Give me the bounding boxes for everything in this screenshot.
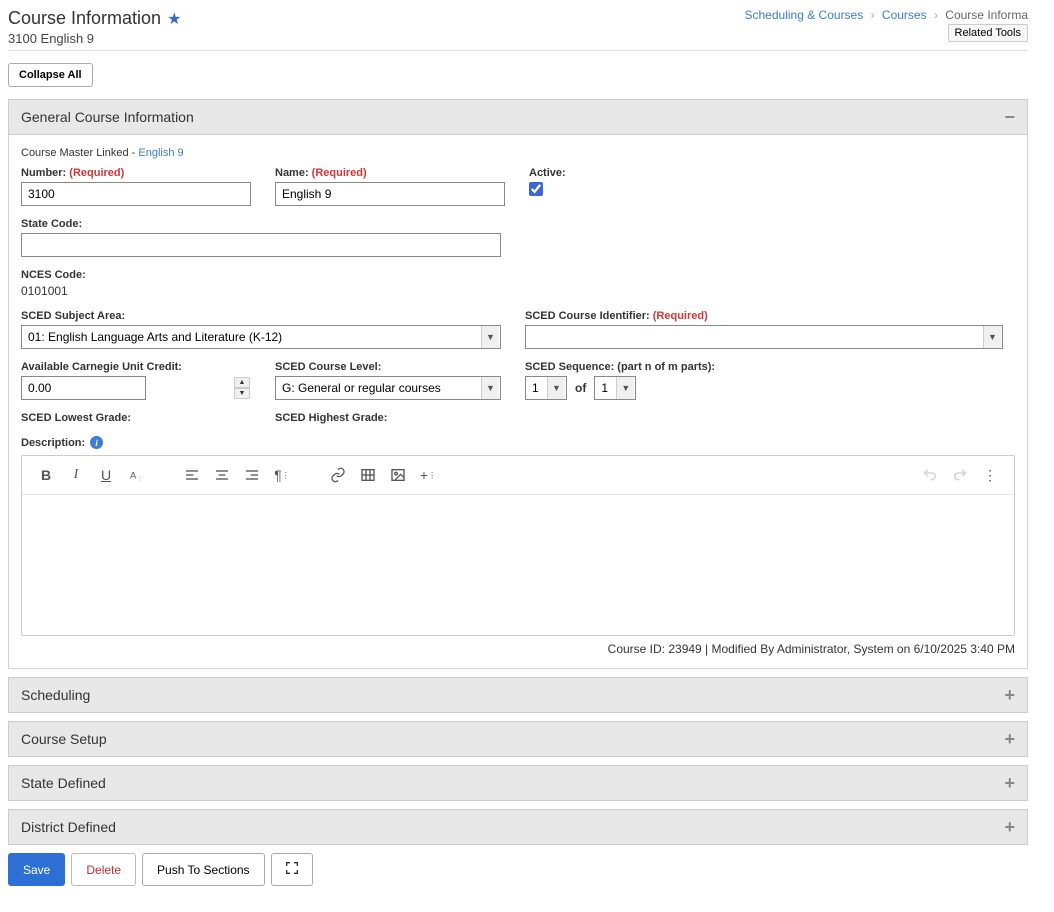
expand-icon: +: [1004, 774, 1015, 792]
name-label: Name:: [275, 167, 309, 179]
spinner-down-icon[interactable]: ▼: [234, 388, 250, 399]
required-marker: (Required): [66, 167, 124, 179]
carnegie-label: Available Carnegie Unit Credit:: [21, 361, 251, 373]
required-marker: (Required): [309, 167, 367, 179]
align-center-icon[interactable]: [208, 462, 236, 488]
breadcrumb-courses[interactable]: Courses: [882, 8, 927, 22]
page-subtitle: 3100 English 9: [8, 31, 181, 46]
panel-header-general[interactable]: General Course Information −: [8, 99, 1028, 135]
nces-code-value: 0101001: [21, 284, 86, 298]
collapse-icon: −: [1004, 108, 1015, 126]
paragraph-format-icon[interactable]: ¶⋮: [268, 462, 296, 488]
course-master-linked-label: Course Master Linked -: [21, 147, 138, 159]
expand-icon: +: [1004, 818, 1015, 836]
nces-code-label: NCES Code:: [21, 269, 86, 281]
breadcrumb-scheduling[interactable]: Scheduling & Courses: [745, 8, 864, 22]
sced-identifier-label: SCED Course Identifier:: [525, 310, 650, 322]
course-master-link[interactable]: English 9: [138, 147, 183, 159]
panel-title-state-defined: State Defined: [21, 775, 106, 791]
delete-button[interactable]: Delete: [71, 853, 136, 886]
carnegie-input[interactable]: [21, 376, 146, 400]
fullscreen-button[interactable]: [271, 853, 313, 886]
panel-title-course-setup: Course Setup: [21, 731, 107, 747]
push-to-sections-button[interactable]: Push To Sections: [142, 853, 265, 886]
sced-identifier-select[interactable]: [525, 325, 1003, 349]
description-label: Description:: [21, 437, 85, 449]
panel-title-scheduling: Scheduling: [21, 687, 90, 703]
active-label: Active:: [529, 167, 566, 179]
chevron-right-icon: ›: [934, 8, 938, 22]
panel-header-district-defined[interactable]: District Defined +: [8, 809, 1028, 845]
spinner-up-icon[interactable]: ▲: [234, 377, 250, 388]
fullscreen-icon: [284, 860, 300, 876]
info-icon[interactable]: i: [90, 436, 103, 449]
name-input[interactable]: [275, 182, 505, 206]
text-format-icon[interactable]: A⋮: [122, 462, 150, 488]
collapse-all-button[interactable]: Collapse All: [8, 63, 93, 87]
sced-subject-select[interactable]: [21, 325, 501, 349]
panel-title-general: General Course Information: [21, 109, 194, 125]
chevron-right-icon: ›: [871, 8, 875, 22]
number-input[interactable]: [21, 182, 251, 206]
image-icon[interactable]: [384, 462, 412, 488]
page-title: Course Information: [8, 8, 161, 29]
related-tools-button[interactable]: Related Tools: [948, 24, 1028, 42]
panel-header-course-setup[interactable]: Course Setup +: [8, 721, 1028, 757]
panel-title-district-defined: District Defined: [21, 819, 116, 835]
panel-header-state-defined[interactable]: State Defined +: [8, 765, 1028, 801]
save-button[interactable]: Save: [8, 853, 65, 886]
table-icon[interactable]: [354, 462, 382, 488]
insert-more-icon[interactable]: +⋮: [414, 462, 442, 488]
of-label: of: [575, 381, 586, 400]
redo-icon[interactable]: [946, 462, 974, 488]
underline-icon[interactable]: U: [92, 462, 120, 488]
sced-highest-label: SCED Highest Grade:: [275, 412, 501, 424]
sced-subject-label: SCED Subject Area:: [21, 310, 501, 322]
expand-icon: +: [1004, 686, 1015, 704]
align-left-icon[interactable]: [178, 462, 206, 488]
number-label: Number:: [21, 167, 66, 179]
sced-level-select[interactable]: [275, 376, 501, 400]
panel-header-scheduling[interactable]: Scheduling +: [8, 677, 1028, 713]
align-right-icon[interactable]: [238, 462, 266, 488]
sced-level-label: SCED Course Level:: [275, 361, 501, 373]
required-marker: (Required): [650, 310, 708, 322]
sced-lowest-label: SCED Lowest Grade:: [21, 412, 251, 424]
state-code-input[interactable]: [21, 233, 501, 257]
favorite-star-icon[interactable]: ★: [167, 9, 181, 29]
breadcrumb: Scheduling & Courses › Courses › Course …: [745, 8, 1029, 22]
breadcrumb-current: Course Informa: [945, 8, 1028, 22]
active-checkbox[interactable]: [529, 182, 543, 196]
state-code-label: State Code:: [21, 218, 501, 230]
sced-seq-n-select[interactable]: [525, 376, 567, 400]
italic-icon[interactable]: I: [62, 462, 90, 488]
svg-text:A: A: [130, 470, 137, 480]
expand-icon: +: [1004, 730, 1015, 748]
more-icon[interactable]: ⋮: [976, 462, 1004, 488]
footer-meta: Course ID: 23949 | Modified By Administr…: [21, 642, 1015, 656]
undo-icon[interactable]: [916, 462, 944, 488]
description-editor[interactable]: [22, 495, 1014, 635]
link-icon[interactable]: [324, 462, 352, 488]
sced-seq-m-select[interactable]: [594, 376, 636, 400]
sced-sequence-label: SCED Sequence: (part n of m parts):: [525, 361, 715, 373]
bold-icon[interactable]: B: [32, 462, 60, 488]
svg-text:⋮: ⋮: [137, 476, 142, 482]
